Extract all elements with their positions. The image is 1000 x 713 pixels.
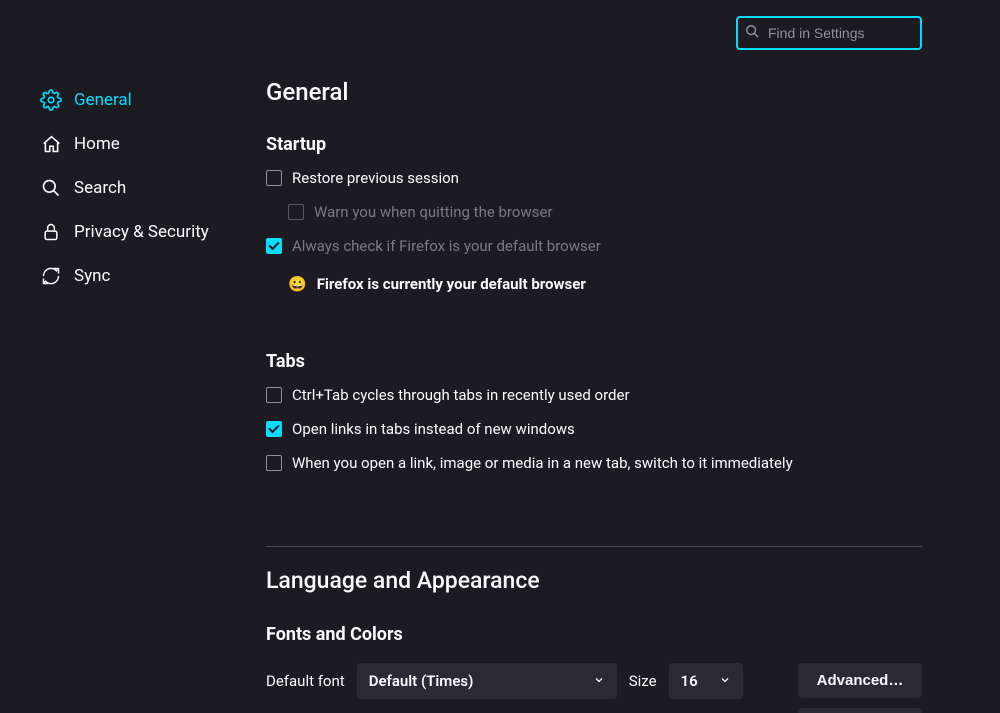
always-check-row: Always check if Firefox is your default … bbox=[266, 237, 922, 255]
page-title: General bbox=[266, 78, 922, 106]
switch-tab-checkbox[interactable] bbox=[266, 455, 282, 471]
sidebar-item-search[interactable]: Search bbox=[40, 166, 240, 210]
size-label: Size bbox=[629, 672, 657, 690]
sidebar-item-label: General bbox=[74, 90, 132, 110]
sidebar-item-label: Search bbox=[74, 178, 126, 198]
sync-icon bbox=[40, 265, 62, 287]
search-container bbox=[736, 16, 922, 50]
sidebar-item-sync[interactable]: Sync bbox=[40, 254, 240, 298]
sidebar-item-label: Home bbox=[74, 134, 120, 154]
main-content: General Startup Restore previous session… bbox=[266, 78, 922, 713]
status-text: Firefox is currently your default browse… bbox=[317, 275, 586, 293]
chevron-down-icon bbox=[593, 672, 605, 690]
sidebar-item-general[interactable]: General bbox=[40, 78, 240, 122]
switch-tab-row: When you open a link, image or media in … bbox=[266, 454, 922, 472]
font-size-select[interactable]: 16 bbox=[669, 663, 743, 699]
smile-icon: 😀 bbox=[288, 275, 307, 293]
home-icon bbox=[40, 133, 62, 155]
advanced-button[interactable]: Advanced… bbox=[798, 663, 922, 698]
search-icon bbox=[40, 177, 62, 199]
sidebar: General Home Search Privacy & Security bbox=[40, 78, 240, 298]
always-check-checkbox[interactable] bbox=[266, 238, 282, 254]
default-font-label: Default font bbox=[266, 672, 345, 690]
sidebar-item-privacy[interactable]: Privacy & Security bbox=[40, 210, 240, 254]
default-browser-status: 😀 Firefox is currently your default brow… bbox=[288, 275, 922, 293]
ctrl-tab-row: Ctrl+Tab cycles through tabs in recently… bbox=[266, 386, 922, 404]
search-input[interactable] bbox=[736, 16, 922, 50]
sidebar-item-home[interactable]: Home bbox=[40, 122, 240, 166]
startup-heading: Startup bbox=[266, 134, 922, 155]
always-check-label: Always check if Firefox is your default … bbox=[292, 237, 601, 255]
open-links-row: Open links in tabs instead of new window… bbox=[266, 420, 922, 438]
restore-session-row: Restore previous session bbox=[266, 169, 922, 187]
colors-button[interactable]: Colors… bbox=[798, 708, 922, 713]
font-controls-row: Default font Default (Times) Size 16 Adv… bbox=[266, 663, 922, 713]
open-links-label: Open links in tabs instead of new window… bbox=[292, 420, 575, 438]
chevron-down-icon bbox=[719, 672, 731, 690]
open-links-checkbox[interactable] bbox=[266, 421, 282, 437]
tabs-heading: Tabs bbox=[266, 351, 922, 372]
lock-icon bbox=[40, 221, 62, 243]
fonts-colors-heading: Fonts and Colors bbox=[266, 624, 922, 645]
warn-quit-checkbox bbox=[288, 204, 304, 220]
ctrl-tab-checkbox[interactable] bbox=[266, 387, 282, 403]
sidebar-item-label: Privacy & Security bbox=[74, 222, 209, 242]
section-divider bbox=[266, 546, 922, 547]
gear-icon bbox=[40, 89, 62, 111]
warn-quit-row: Warn you when quitting the browser bbox=[288, 203, 922, 221]
switch-tab-label: When you open a link, image or media in … bbox=[292, 454, 793, 472]
restore-session-checkbox[interactable] bbox=[266, 170, 282, 186]
sidebar-item-label: Sync bbox=[74, 266, 110, 286]
default-font-select[interactable]: Default (Times) bbox=[357, 663, 617, 699]
warn-quit-label: Warn you when quitting the browser bbox=[314, 203, 552, 221]
restore-session-label: Restore previous session bbox=[292, 169, 459, 187]
default-font-value: Default (Times) bbox=[369, 672, 474, 690]
font-size-value: 16 bbox=[681, 672, 698, 690]
language-heading: Language and Appearance bbox=[266, 567, 922, 594]
ctrl-tab-label: Ctrl+Tab cycles through tabs in recently… bbox=[292, 386, 630, 404]
